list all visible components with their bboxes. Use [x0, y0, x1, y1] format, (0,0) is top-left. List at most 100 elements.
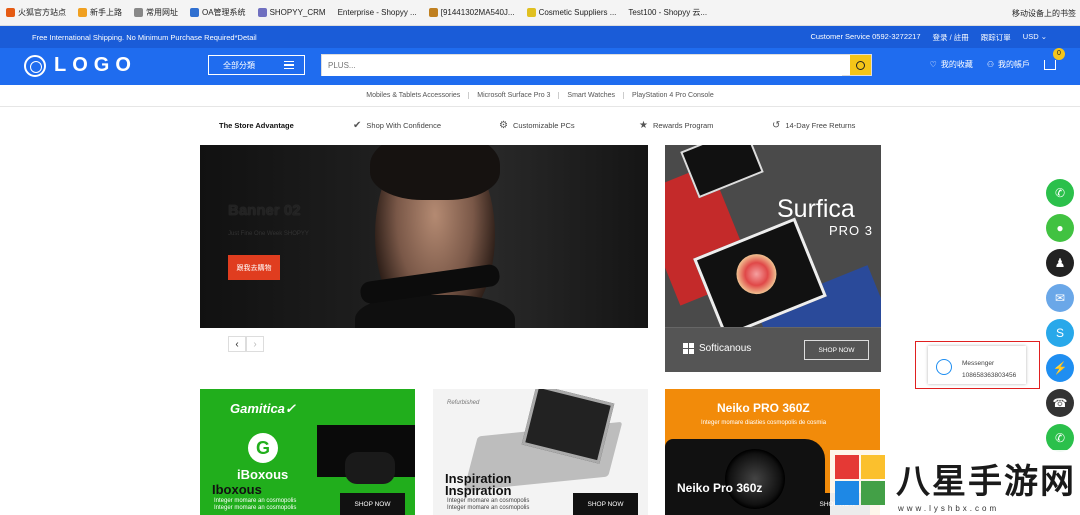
advantages-title: The Store Advantage — [219, 121, 294, 130]
advantage-item: ⚙ Customizable PCs — [499, 120, 575, 131]
qq-button[interactable]: ♟ — [1046, 249, 1074, 277]
return-icon: ↺ — [772, 120, 781, 131]
subnav-link[interactable]: Microsoft Surface Pro 3 — [469, 92, 560, 99]
bookmark-item[interactable]: Test100 - Shopyy 云... — [628, 7, 707, 18]
card-brand: Gamitica✓ — [230, 401, 296, 416]
promo-topbar: Free International Shipping. No Minimum … — [0, 26, 1080, 48]
shop-now-button[interactable]: SHOP NOW — [573, 493, 638, 515]
login-link[interactable]: 登录 / 註冊 — [933, 32, 969, 43]
messenger-button[interactable]: ⚡ — [1046, 354, 1074, 382]
subnav-link[interactable]: PlayStation 4 Pro Console — [624, 92, 722, 99]
card-desc: Integer momare an cosmopolis — [214, 498, 297, 504]
favorites-link[interactable]: ♡ 我的收藏 — [930, 59, 973, 70]
promo-text[interactable]: Free International Shipping. No Minimum … — [32, 33, 257, 42]
bookmark-item[interactable]: Cosmetic Suppliers ... — [526, 8, 616, 17]
advantage-item: ↺ 14-Day Free Returns — [772, 120, 856, 131]
carousel-arrows: ‹ › — [228, 336, 264, 352]
surface-brand: Softicanous — [683, 343, 751, 354]
hero-banner[interactable]: Banner 02 Just Fine One Week SHOPYY 跟我去購… — [200, 145, 648, 328]
carousel-prev-button[interactable]: ‹ — [228, 336, 246, 352]
browser-bookmarks-bar: 火狐官方站点 新手上路 常用网址 OA管理系统 SHOPYY_CRM Enter… — [0, 0, 1080, 26]
bookmark-icon — [526, 8, 536, 17]
banner-subtitle: Just Fine One Week SHOPYY — [228, 231, 309, 237]
skype-button[interactable]: S — [1046, 319, 1074, 347]
banner-model-hair — [370, 145, 500, 200]
bookmark-item[interactable]: 常用网址 — [134, 7, 178, 18]
controller-image — [345, 452, 395, 484]
messenger-popup-highlight: Messenger 108658363803456 — [915, 341, 1040, 389]
logo-text: LOGO — [54, 54, 137, 76]
camera-lens-image — [725, 449, 785, 509]
line-button[interactable]: ✆ — [1046, 424, 1074, 452]
all-categories-button[interactable]: 全部分類 — [208, 55, 305, 75]
line-icon: ✆ — [1054, 431, 1066, 445]
bookmark-icon — [78, 8, 87, 17]
track-order-link[interactable]: 跟踪订單 — [981, 32, 1011, 43]
card-product-title: Neiko PRO 360Z — [717, 401, 810, 415]
card-desc: Integer momare diasties cosmopolis de co… — [701, 420, 827, 426]
cart-count-badge: 0 — [1053, 47, 1065, 60]
search-input[interactable] — [322, 55, 842, 76]
cart-icon[interactable]: 0 — [1044, 47, 1065, 70]
messenger-icon: ⚡ — [1052, 361, 1068, 375]
email-icon: ✉ — [1054, 291, 1066, 305]
messenger-id: 108658363803456 — [962, 372, 1017, 379]
bookmark-item[interactable]: SHOPYY_CRM — [257, 8, 326, 17]
watermark-url: www.lyshbx.com — [898, 504, 1000, 513]
refurbished-tag: Refurbished — [447, 400, 480, 406]
card-product-name: Neiko Pro 360z — [677, 481, 763, 495]
site-header: LOGO 全部分類 ♡我的收藏 ⚇我的帳戶 0 — [0, 47, 1080, 85]
banner-title: Banner 02 — [228, 202, 301, 219]
bookmark-item[interactable]: OA管理系统 — [190, 7, 246, 18]
site-logo[interactable]: LOGO — [24, 54, 137, 77]
check-icon: ✔ — [353, 120, 362, 131]
card-product-name: Inspiration Inspiration — [445, 471, 512, 498]
mobile-bookmarks[interactable]: 移动设备上的书签 — [1012, 8, 1076, 19]
surface-shop-now-button[interactable]: SHOP NOW — [804, 340, 869, 360]
wechat-button[interactable]: ● — [1046, 214, 1074, 242]
card-desc: Integer momare an cosmopolis — [214, 505, 297, 511]
advantage-item: ★ Rewards Program — [639, 120, 714, 131]
subnav-link[interactable]: Smart Watches — [559, 92, 625, 99]
carousel-next-button[interactable]: › — [246, 336, 264, 352]
product-card-inspiration[interactable]: Refurbished Inspiration Inspiration Integ… — [433, 389, 648, 515]
surface-subtitle: PRO 3 — [829, 223, 874, 238]
bookmark-item[interactable]: Enterprise - Shopyy ... — [338, 8, 417, 17]
bookmark-icon — [257, 8, 267, 17]
card-desc: Integer momare an cosmopolis — [447, 498, 530, 504]
shop-now-button[interactable]: SHOP NOW — [340, 493, 405, 515]
messenger-title: Messenger — [962, 360, 995, 367]
surface-promo-card[interactable]: Surfica PRO 3 Softicanous SHOP NOW — [665, 145, 881, 372]
bookmark-icon — [428, 8, 438, 17]
card-desc: Integer momare an cosmopolis — [447, 505, 530, 511]
card-product-name: iBoxous — [237, 467, 289, 482]
bookmark-item[interactable]: 新手上路 — [78, 7, 122, 18]
qq-icon: ♟ — [1054, 256, 1066, 270]
product-card-gamitica[interactable]: Gamitica✓ G iBoxous Iboxous Integer moma… — [200, 389, 415, 515]
wechat-icon: ● — [1056, 221, 1064, 235]
floating-contact-buttons: ✆ ● ♟ ✉ S ⚡ ☎ ✆ — [1046, 179, 1076, 459]
folder-icon — [134, 8, 143, 17]
menu-icon — [284, 61, 294, 69]
bookmark-item[interactable]: [91441302MA540J... — [428, 8, 515, 17]
store-advantages: The Store Advantage ✔ Shop With Confidenc… — [219, 120, 879, 131]
fingerprint-icon — [24, 54, 46, 77]
phone-button[interactable]: ☎ — [1046, 389, 1074, 417]
account-link[interactable]: ⚇ 我的帳戶 — [987, 59, 1030, 70]
currency-select[interactable]: USD ⌄ — [1023, 32, 1047, 43]
bookmark-item[interactable]: 火狐官方站点 — [6, 7, 66, 18]
messenger-popup[interactable]: Messenger 108658363803456 — [928, 346, 1026, 384]
watermark-text: 八星手游网 — [896, 463, 1076, 501]
email-button[interactable]: ✉ — [1046, 284, 1074, 312]
sub-navigation: Mobiles & Tablets Accessories Microsoft … — [0, 85, 1080, 107]
subnav-link[interactable]: Mobiles & Tablets Accessories — [358, 92, 470, 99]
search-button[interactable] — [850, 55, 871, 75]
banner-shop-button[interactable]: 跟我去購物 — [228, 255, 280, 280]
whatsapp-button[interactable]: ✆ — [1046, 179, 1074, 207]
bookmark-icon — [190, 8, 199, 17]
surface-title: Surfica — [777, 195, 855, 223]
card-product-name-dup: Iboxous — [212, 482, 262, 497]
skype-icon: S — [1055, 326, 1064, 340]
category-button-label: 全部分類 — [223, 60, 255, 70]
surface-card-footer: Softicanous SHOP NOW — [665, 327, 881, 372]
